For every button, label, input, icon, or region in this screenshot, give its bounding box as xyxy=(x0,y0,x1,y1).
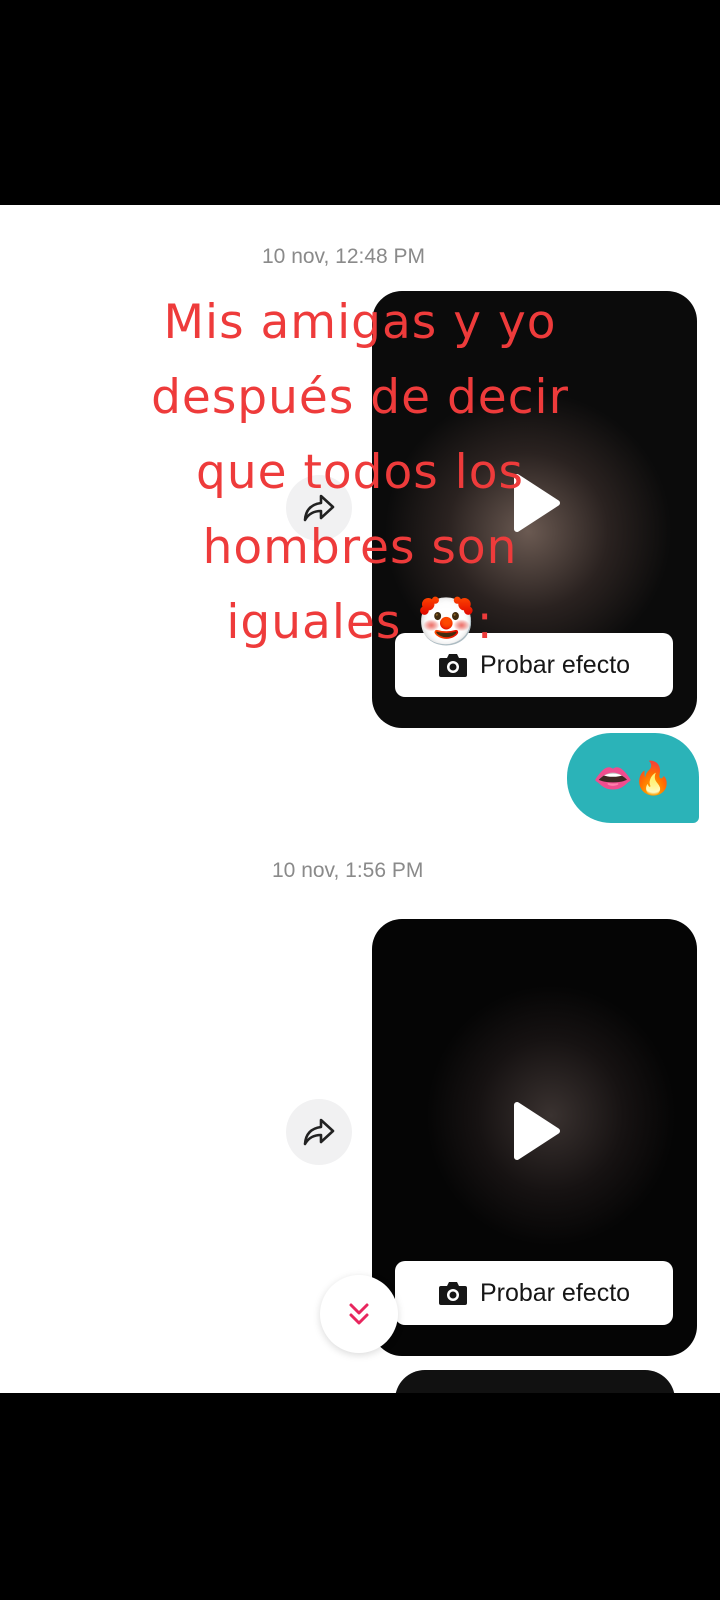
bottom-black-bar xyxy=(0,1393,720,1600)
message-timestamp: 10 nov, 1:56 PM xyxy=(272,859,424,882)
reply-message-bubble[interactable]: 👄🔥 xyxy=(567,733,699,823)
camera-icon xyxy=(438,1282,467,1305)
reply-message-text: 👄🔥 xyxy=(593,760,673,796)
double-chevron-down-icon xyxy=(349,1303,369,1325)
share-button[interactable] xyxy=(286,1099,352,1165)
caption-line: después de decir xyxy=(151,370,569,425)
scroll-to-bottom-button[interactable] xyxy=(320,1275,398,1353)
overlay-caption: Mis amigas y yo después de decir que tod… xyxy=(120,285,600,660)
caption-line: hombres son xyxy=(202,520,518,575)
caption-line: que todos los xyxy=(196,445,524,500)
top-black-bar xyxy=(0,0,720,205)
share-arrow-icon xyxy=(303,1118,335,1146)
chat-thread[interactable]: 10 nov, 12:48 PM Probar efecto 👄🔥 10 nov… xyxy=(0,205,720,1393)
caption-line: Mis amigas y yo xyxy=(163,295,557,350)
play-icon[interactable] xyxy=(511,1101,561,1161)
try-effect-button[interactable]: Probar efecto xyxy=(395,1261,673,1325)
caption-line: iguales 🤡: xyxy=(226,595,494,650)
shared-video-message[interactable]: Probar efecto xyxy=(372,919,697,1356)
message-timestamp: 10 nov, 12:48 PM xyxy=(262,245,426,268)
shared-video-message-partial[interactable] xyxy=(395,1370,675,1393)
try-effect-label: Probar efecto xyxy=(479,1278,631,1307)
